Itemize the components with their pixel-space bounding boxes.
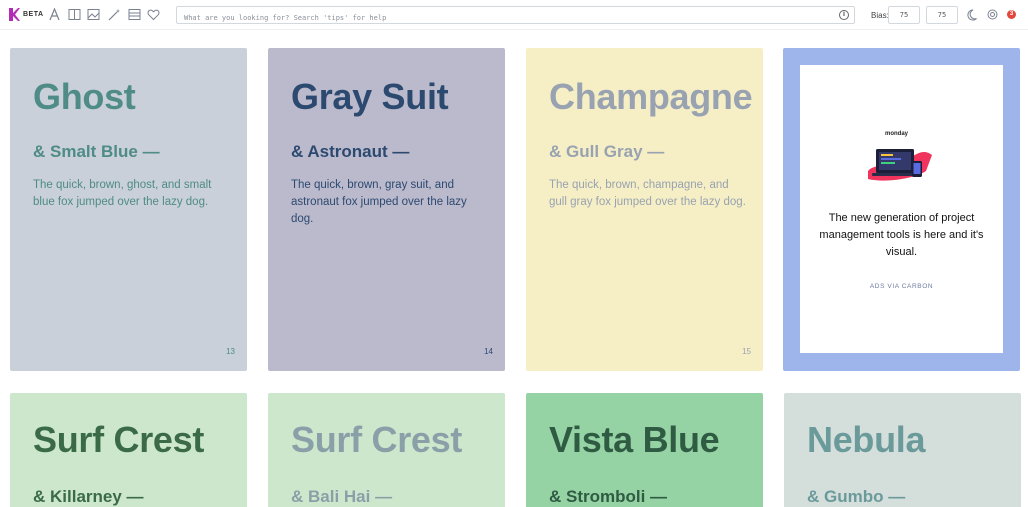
ads-via-carbon-link[interactable]: ADS VIA CARBON bbox=[800, 283, 1003, 290]
card-subtitle: & Stromboli — bbox=[549, 487, 668, 506]
magic-icon[interactable] bbox=[108, 8, 121, 21]
ad-image bbox=[868, 149, 932, 181]
card-number: 15 bbox=[742, 347, 751, 356]
beta-badge: BETA bbox=[23, 11, 44, 18]
bias-input-2[interactable] bbox=[926, 6, 958, 24]
info-icon[interactable]: i bbox=[839, 10, 849, 20]
card-title: Champagne bbox=[549, 76, 753, 117]
card-title: Vista Blue bbox=[549, 419, 720, 460]
card-subtitle: & Astronaut — bbox=[291, 142, 410, 161]
ad-text[interactable]: The new generation of project management… bbox=[812, 210, 991, 261]
settings-icon[interactable] bbox=[986, 8, 999, 21]
heart-icon[interactable] bbox=[147, 8, 160, 21]
bias-input-1[interactable] bbox=[888, 6, 920, 24]
card-subtitle: & Gumbo — bbox=[807, 487, 906, 506]
card-title: Nebula bbox=[807, 419, 926, 460]
palette-card-nebula[interactable]: Nebula & Gumbo — bbox=[784, 393, 1021, 507]
card-description: The quick, brown, gray suit, and astrona… bbox=[291, 179, 467, 225]
card-title: Surf Crest bbox=[291, 419, 463, 460]
columns-icon[interactable] bbox=[68, 8, 81, 21]
card-description: The quick, brown, ghost, and smalt blue … bbox=[33, 179, 212, 208]
ad-card[interactable]: monday The new generation of project man… bbox=[783, 48, 1020, 371]
image-icon[interactable] bbox=[87, 8, 100, 21]
card-subtitle: & Smalt Blue — bbox=[33, 142, 160, 161]
palette-card-ghost[interactable]: Ghost & Smalt Blue — The quick, brown, g… bbox=[10, 48, 247, 371]
card-number: 13 bbox=[226, 347, 235, 356]
card-title: Gray Suit bbox=[291, 76, 449, 117]
palette-card-surf-crest-bali-hai[interactable]: Surf Crest & Bali Hai — bbox=[268, 393, 505, 507]
font-icon[interactable] bbox=[48, 8, 61, 21]
moon-icon[interactable] bbox=[967, 8, 980, 21]
palette-card-vista-blue[interactable]: Vista Blue & Stromboli — bbox=[526, 393, 763, 507]
card-subtitle: & Bali Hai — bbox=[291, 487, 393, 506]
card-description: The quick, brown, champagne, and gull gr… bbox=[549, 179, 746, 208]
palette-card-champagne[interactable]: Champagne & Gull Gray — The quick, brown… bbox=[526, 48, 763, 371]
notification-badge[interactable]: 3 bbox=[1007, 10, 1016, 19]
search-input[interactable] bbox=[184, 10, 824, 26]
ad-content[interactable]: monday The new generation of project man… bbox=[800, 65, 1003, 353]
card-title: Surf Crest bbox=[33, 419, 205, 460]
search-bar: i bbox=[176, 6, 855, 26]
layout-icon[interactable] bbox=[128, 8, 141, 21]
palette-card-gray-suit[interactable]: Gray Suit & Astronaut — The quick, brown… bbox=[268, 48, 505, 371]
ad-brand-logo: monday bbox=[885, 131, 909, 137]
top-bar: BETA i Bias: 3 bbox=[0, 0, 1028, 30]
card-number: 14 bbox=[484, 347, 493, 356]
card-title: Ghost bbox=[33, 76, 136, 117]
palette-card-surf-crest-killarney[interactable]: Surf Crest & Killarney — bbox=[10, 393, 247, 507]
bias-label: Bias: bbox=[871, 11, 889, 20]
card-subtitle: & Killarney — bbox=[33, 487, 144, 506]
card-subtitle: & Gull Gray — bbox=[549, 142, 665, 161]
logo-icon[interactable] bbox=[9, 8, 20, 21]
